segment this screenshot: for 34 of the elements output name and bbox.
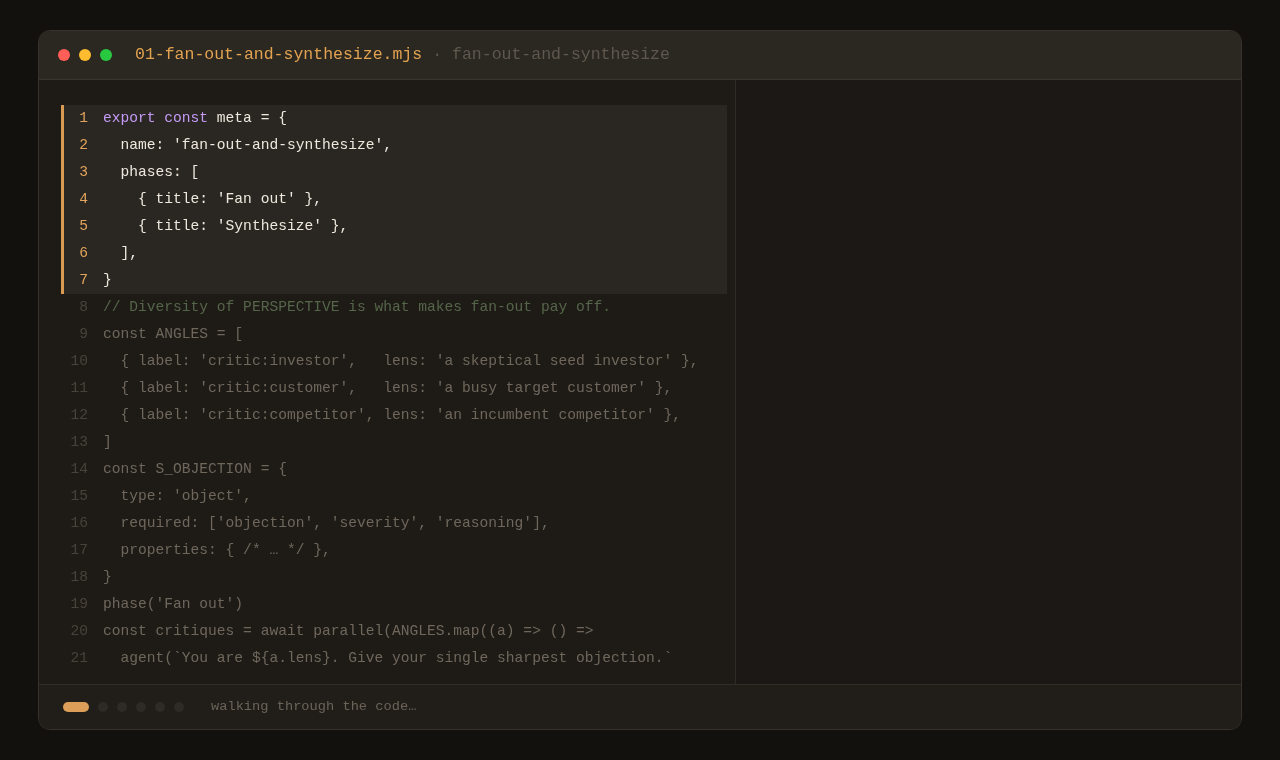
code-text: const S_OBJECTION = { bbox=[103, 459, 287, 479]
file-name: 01-fan-out-and-synthesize.mjs bbox=[135, 43, 423, 66]
line-number: 4 bbox=[78, 189, 88, 209]
close-button[interactable] bbox=[58, 49, 70, 61]
code-text: } bbox=[103, 567, 112, 587]
code-text: agent(`You are ${a.lens}. Give your single sharpest objection.` bbox=[119, 648, 673, 668]
line-number: 5 bbox=[78, 216, 88, 236]
code-text: { label: 'critic:customer', lens: 'a busy target customer' }, bbox=[119, 378, 673, 398]
line-number: 6 bbox=[78, 243, 88, 263]
code-text: { label: 'critic:investor', lens: 'a skeptical seed investor' }, bbox=[119, 351, 699, 371]
code-text: phase('Fan out') bbox=[103, 594, 244, 614]
line-number: 3 bbox=[78, 162, 88, 182]
code-text: { label: 'critic:competitor', lens: 'an incumbent competitor' }, bbox=[119, 405, 681, 425]
code-text: export const meta = { bbox=[103, 108, 287, 128]
code-text: properties: { /* … */ }, bbox=[119, 540, 331, 560]
code-text: const critiques = await parallel(ANGLES.map((a) => () => bbox=[103, 621, 594, 641]
code-text: { title: 'Fan out' }, bbox=[137, 189, 322, 209]
code-text: const ANGLES = [ bbox=[103, 324, 244, 344]
zoom-button[interactable] bbox=[100, 49, 112, 61]
line-number: 2 bbox=[78, 135, 88, 155]
code-text: ], bbox=[119, 243, 139, 263]
code-text: { title: 'Synthesize' }, bbox=[137, 216, 349, 236]
code-text: } bbox=[103, 270, 112, 290]
code-text: name: 'fan-out-and-synthesize', bbox=[119, 135, 392, 155]
code-text: ] bbox=[103, 432, 112, 452]
status-text: walking through the code… bbox=[211, 697, 417, 716]
code-text: required: ['objection', 'severity', 'reasoning'], bbox=[119, 513, 550, 533]
line-number: 1 bbox=[78, 108, 88, 128]
line-number: 7 bbox=[78, 270, 88, 290]
minimize-button[interactable] bbox=[79, 49, 91, 61]
code-text: // Diversity of PERSPECTIVE is what makes fan-out pay off. bbox=[103, 297, 611, 317]
code-text: type: 'object', bbox=[119, 486, 252, 506]
title-separator: · bbox=[432, 43, 443, 66]
code-text: phases: [ bbox=[119, 162, 200, 182]
